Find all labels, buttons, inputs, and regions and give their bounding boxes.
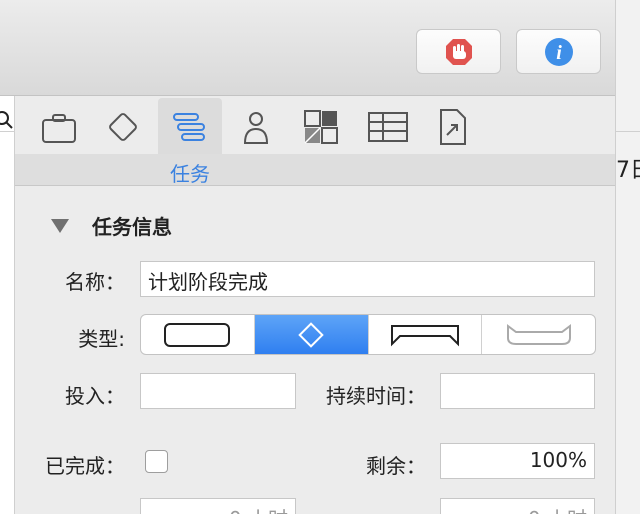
info-icon: i: [544, 37, 573, 66]
window-toolbar: i: [0, 0, 615, 96]
table-icon: [368, 112, 408, 142]
partial-left-field[interactable]: 0 小时: [140, 498, 296, 514]
partial-right-field[interactable]: 0 小时: [440, 498, 595, 514]
remaining-field[interactable]: 100%: [440, 443, 595, 479]
task-bars-icon: [173, 113, 205, 141]
inspector-panel: 任务 任务信息 名称： 计划阶段完成 类型: 投入： 持续时间： 已完成： 剩余…: [15, 96, 615, 514]
right-panel-edge: 7日: [615, 0, 640, 514]
name-label: 名称：: [65, 270, 125, 294]
info-button[interactable]: i: [516, 29, 601, 74]
stop-button[interactable]: [416, 29, 501, 74]
search-icon: [0, 111, 13, 129]
task-shape-icon: [164, 322, 231, 347]
tab-caption-row: 任务: [15, 154, 615, 186]
active-tab-label: 任务: [170, 162, 210, 186]
person-icon: [243, 112, 269, 144]
tab-export[interactable]: [421, 98, 485, 156]
info-glyph: i: [556, 42, 562, 64]
completed-label: 已完成：: [45, 454, 125, 478]
type-option-task[interactable]: [141, 315, 255, 354]
tab-milestone[interactable]: [91, 98, 155, 156]
section-title: 任务信息: [92, 215, 172, 239]
effort-label: 投入：: [65, 384, 125, 408]
hammock-shape-icon: [506, 323, 571, 345]
tab-resource[interactable]: [224, 98, 288, 156]
name-field[interactable]: 计划阶段完成: [140, 261, 595, 297]
divider: [616, 131, 640, 132]
tab-table[interactable]: [356, 98, 420, 156]
duration-label: 持续时间：: [326, 384, 426, 408]
type-label: 类型:: [78, 327, 125, 351]
clipped-date-text: 7日: [616, 158, 640, 183]
type-option-hammock[interactable]: [482, 315, 595, 354]
group-shape-icon: [390, 324, 459, 346]
left-panel-edge: [0, 96, 15, 514]
task-info-section: 任务信息 名称： 计划阶段完成 类型: 投入： 持续时间： 已完成： 剩余： 1…: [15, 187, 615, 514]
type-option-milestone[interactable]: [254, 315, 369, 354]
pattern-grid-icon: [304, 110, 338, 144]
disclosure-triangle-icon[interactable]: [51, 219, 69, 233]
diamond-icon: [109, 113, 137, 141]
tab-task[interactable]: [158, 98, 222, 156]
divider: [0, 131, 15, 132]
completed-checkbox[interactable]: [145, 450, 168, 473]
hand-stop-icon: [445, 38, 472, 65]
remaining-label: 剩余：: [366, 454, 426, 478]
duration-field[interactable]: [440, 373, 595, 409]
effort-field[interactable]: [140, 373, 296, 409]
tab-style[interactable]: [289, 98, 353, 156]
milestone-diamond-icon: [298, 321, 324, 348]
document-export-icon: [440, 109, 466, 145]
tab-project[interactable]: [27, 98, 91, 156]
type-option-group[interactable]: [369, 315, 483, 354]
briefcase-icon: [42, 114, 76, 143]
type-segmented-control[interactable]: [140, 314, 596, 355]
inspector-tabs: [15, 96, 615, 156]
